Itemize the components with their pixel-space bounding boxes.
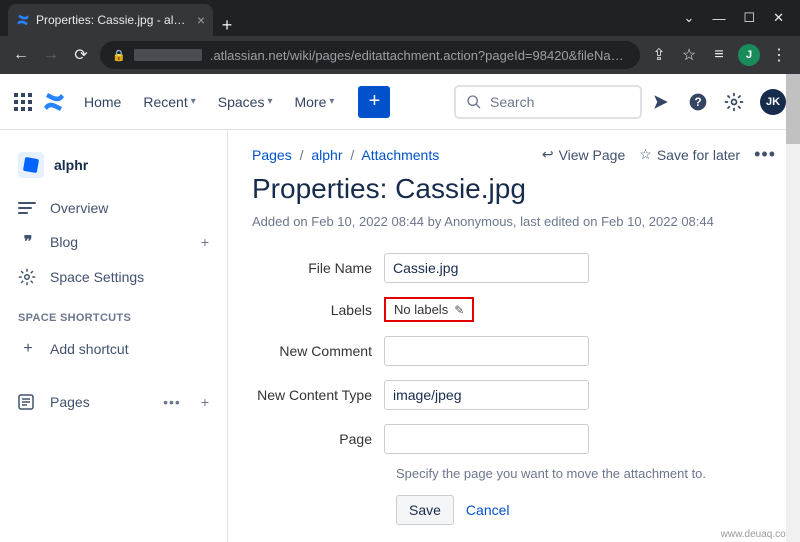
help-icon[interactable]: ? [688, 92, 714, 112]
sidebar-item-pages[interactable]: Pages ••• + [8, 386, 219, 418]
label-page: Page [252, 431, 384, 447]
breadcrumb-attachments[interactable]: Attachments [361, 147, 439, 163]
back-arrow-icon: ↩ [542, 146, 554, 163]
space-icon [18, 152, 44, 178]
maximize-icon[interactable]: ☐ [743, 10, 755, 26]
sidebar: alphr Overview ❞ Blog + Space Settings S… [0, 130, 228, 542]
confluence-favicon-icon [16, 13, 30, 27]
file-name-input[interactable] [384, 253, 589, 283]
label-new-comment: New Comment [252, 343, 384, 359]
notification-icon[interactable] [652, 93, 678, 111]
properties-form: File Name Labels No labels ✎ New Comment… [252, 253, 800, 525]
browser-toolbar: ← → ⟳ 🔒 .atlassian.net/wiki/pages/editat… [0, 36, 800, 74]
cancel-link[interactable]: Cancel [466, 502, 510, 518]
page-title: Properties: Cassie.jpg [252, 171, 800, 206]
tab-title: Properties: Cassie.jpg - alphr - a [36, 13, 191, 27]
browser-tab[interactable]: Properties: Cassie.jpg - alphr - a × [8, 4, 213, 36]
close-tab-icon[interactable]: × [197, 12, 205, 28]
scrollbar[interactable] [786, 74, 800, 542]
create-button[interactable]: + [358, 86, 390, 118]
nav-recent[interactable]: Recent▾ [135, 88, 203, 116]
new-tab-button[interactable]: + [213, 15, 241, 36]
app-switcher-icon[interactable] [14, 93, 32, 111]
nav-spaces[interactable]: Spaces▾ [210, 88, 281, 116]
close-window-icon[interactable]: ✕ [773, 10, 784, 26]
chevron-down-icon[interactable]: ⌄ [684, 10, 695, 26]
new-comment-input[interactable] [384, 336, 589, 366]
chevron-down-icon: ▾ [329, 96, 334, 107]
star-icon[interactable]: ☆ [678, 45, 700, 65]
content-type-input[interactable] [384, 380, 589, 410]
space-name: alphr [54, 157, 88, 173]
page-tree-icon [18, 394, 38, 410]
profile-avatar[interactable]: J [738, 44, 760, 66]
watermark: www.deuaq.com [721, 529, 794, 540]
confluence-logo-icon[interactable] [42, 90, 66, 114]
main-content: Pages / alphr / Attachments ↩View Page ☆… [228, 130, 800, 542]
window-controls: ⌄ — ☐ ✕ [684, 0, 800, 36]
save-button[interactable]: Save [396, 495, 454, 525]
nav-more[interactable]: More▾ [286, 88, 342, 116]
kebab-menu-icon[interactable]: ⋮ [768, 45, 790, 65]
gear-icon [18, 268, 38, 286]
chevron-down-icon: ▾ [267, 96, 272, 107]
address-bar[interactable]: 🔒 .atlassian.net/wiki/pages/editattachme… [100, 41, 640, 69]
browser-tab-strip: Properties: Cassie.jpg - alphr - a × + ⌄… [0, 0, 800, 36]
breadcrumb: Pages / alphr / Attachments [252, 147, 439, 163]
search-icon [466, 94, 482, 110]
plus-icon: + [18, 340, 38, 358]
save-for-later-link[interactable]: ☆Save for later [639, 146, 740, 163]
page-meta: Added on Feb 10, 2022 08:44 by Anonymous… [252, 214, 800, 229]
view-page-link[interactable]: ↩View Page [542, 146, 625, 163]
more-actions-icon[interactable]: ••• [754, 144, 776, 165]
url-text: .atlassian.net/wiki/pages/editattachment… [210, 48, 628, 63]
label-content-type: New Content Type [252, 387, 384, 403]
primary-nav: Home Recent▾ Spaces▾ More▾ [76, 88, 342, 116]
lock-icon: 🔒 [112, 49, 126, 62]
more-icon[interactable]: ••• [163, 394, 181, 410]
svg-text:?: ? [694, 96, 701, 109]
pencil-icon[interactable]: ✎ [454, 303, 464, 317]
settings-gear-icon[interactable] [724, 92, 750, 112]
search-placeholder: Search [490, 94, 534, 110]
space-header[interactable]: alphr [8, 148, 219, 192]
minimize-icon[interactable]: — [712, 11, 725, 26]
share-icon[interactable]: ⇪ [648, 45, 670, 65]
sidebar-item-blog[interactable]: ❞ Blog + [8, 224, 219, 260]
forward-button: → [40, 46, 62, 64]
back-button[interactable]: ← [10, 46, 32, 64]
sidebar-item-settings[interactable]: Space Settings [8, 260, 219, 294]
add-blog-icon[interactable]: + [201, 234, 209, 250]
app-header: Home Recent▾ Spaces▾ More▾ + Search ? JK [0, 74, 800, 130]
scrollbar-thumb[interactable] [786, 74, 800, 144]
sidebar-item-overview[interactable]: Overview [8, 192, 219, 224]
nav-home[interactable]: Home [76, 88, 129, 116]
playlist-icon[interactable]: ≡ [708, 46, 730, 64]
star-outline-icon: ☆ [639, 146, 652, 163]
shortcuts-heading: SPACE SHORTCUTS [8, 294, 219, 332]
sidebar-add-shortcut[interactable]: + Add shortcut [8, 332, 219, 366]
blog-icon: ❞ [18, 232, 38, 252]
label-file-name: File Name [252, 260, 384, 276]
chevron-down-icon: ▾ [191, 96, 196, 107]
reload-button[interactable]: ⟳ [70, 45, 92, 65]
breadcrumb-pages[interactable]: Pages [252, 147, 292, 163]
overview-icon [18, 202, 38, 214]
redacted-domain [134, 49, 202, 61]
labels-field[interactable]: No labels ✎ [384, 297, 474, 322]
page-input[interactable] [384, 424, 589, 454]
search-input[interactable]: Search [454, 85, 642, 119]
breadcrumb-space[interactable]: alphr [311, 147, 342, 163]
user-avatar[interactable]: JK [760, 89, 786, 115]
page-helper-text: Specify the page you want to move the at… [252, 466, 776, 481]
label-labels: Labels [252, 302, 384, 318]
add-page-icon[interactable]: + [201, 394, 209, 410]
